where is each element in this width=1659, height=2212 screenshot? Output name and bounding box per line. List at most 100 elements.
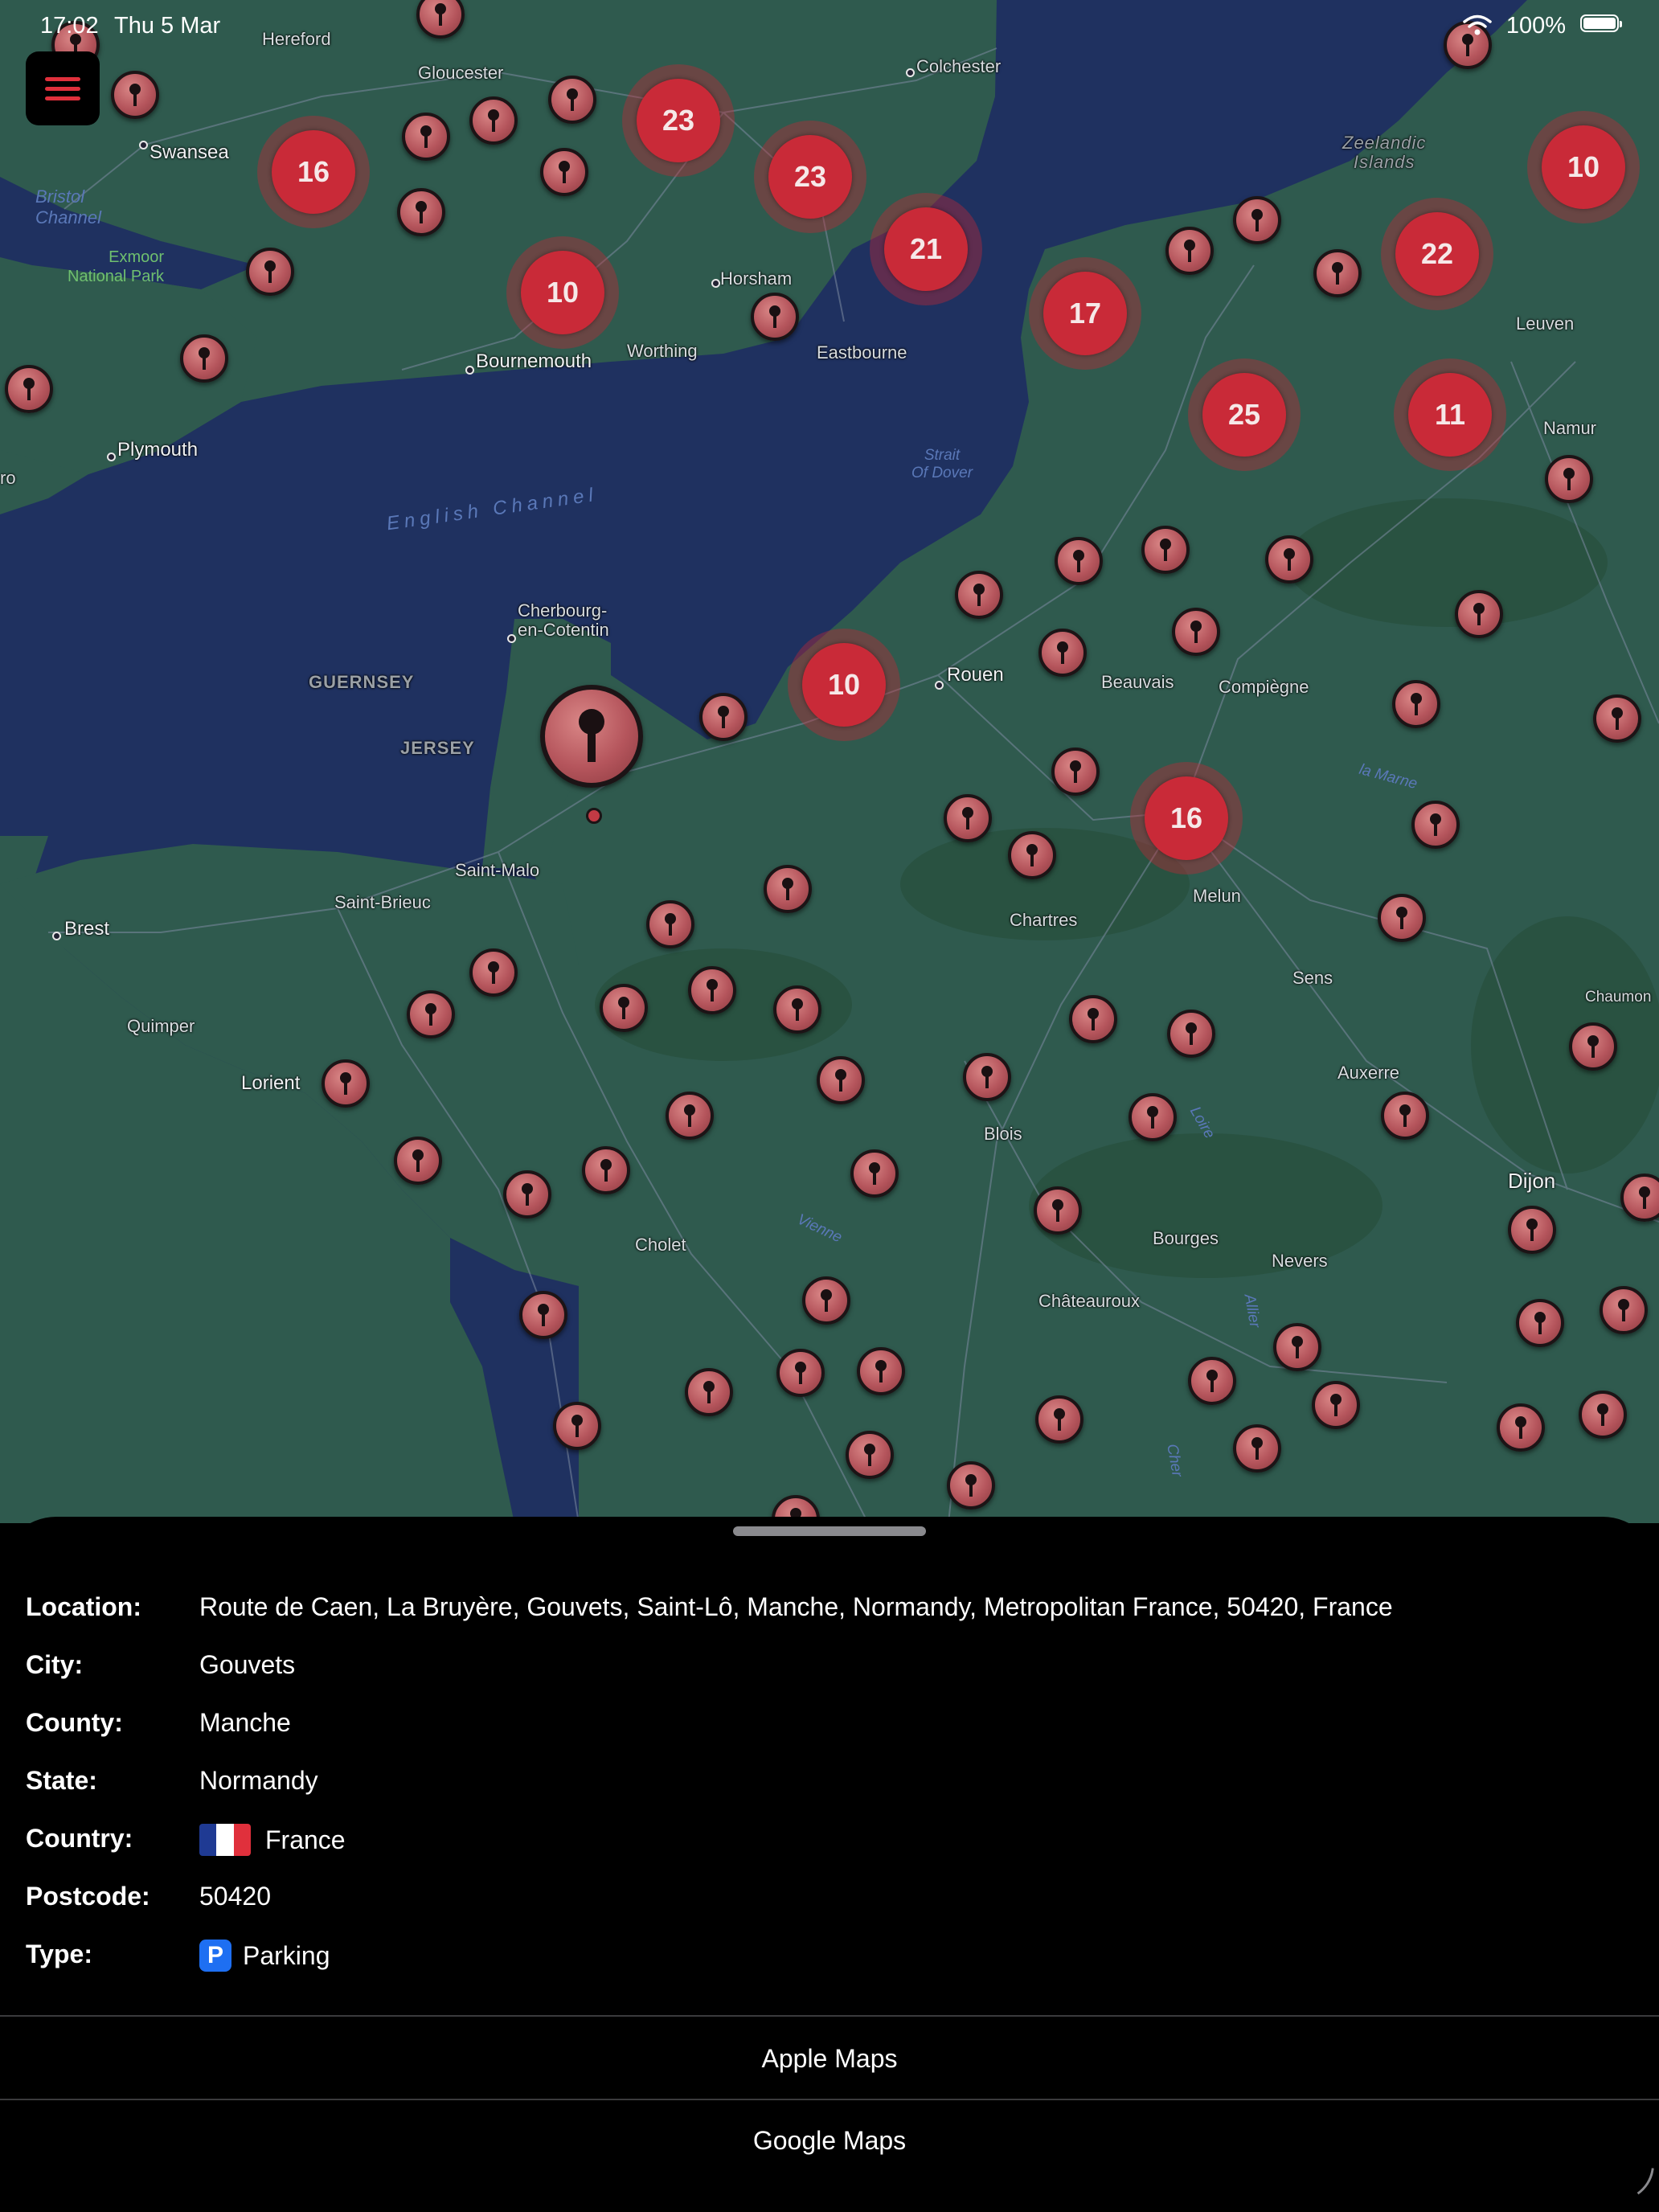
location-pin[interactable] bbox=[540, 148, 588, 196]
location-pin[interactable] bbox=[1265, 535, 1313, 584]
divider bbox=[0, 2015, 1659, 2017]
location-pin[interactable] bbox=[503, 1170, 551, 1219]
location-pin[interactable] bbox=[1129, 1093, 1177, 1141]
location-pin[interactable] bbox=[1167, 1010, 1215, 1058]
location-pin[interactable] bbox=[685, 1368, 733, 1416]
location-pin[interactable] bbox=[1273, 1323, 1321, 1371]
map-label-cholet: Cholet bbox=[635, 1235, 686, 1255]
cluster-marker[interactable]: 23 bbox=[754, 121, 866, 233]
location-pin[interactable] bbox=[646, 900, 694, 948]
location-pin[interactable] bbox=[548, 76, 596, 124]
location-pin[interactable] bbox=[469, 948, 518, 997]
cluster-marker[interactable]: 10 bbox=[506, 236, 619, 349]
location-pin[interactable] bbox=[666, 1092, 714, 1140]
location-pin[interactable] bbox=[1172, 608, 1220, 656]
location-pin[interactable] bbox=[773, 985, 821, 1034]
location-pin[interactable] bbox=[947, 1461, 995, 1509]
location-pin[interactable] bbox=[111, 71, 159, 119]
location-pin[interactable] bbox=[1034, 1186, 1082, 1235]
location-pin[interactable] bbox=[1312, 1381, 1360, 1429]
map-label-nevers: Nevers bbox=[1272, 1251, 1328, 1271]
location-pin[interactable] bbox=[1516, 1299, 1564, 1347]
location-pin[interactable] bbox=[246, 248, 294, 296]
location-pin[interactable] bbox=[553, 1402, 601, 1450]
location-pin[interactable] bbox=[817, 1056, 865, 1104]
location-pin[interactable] bbox=[963, 1053, 1011, 1101]
location-pin[interactable] bbox=[1069, 995, 1117, 1043]
location-pin[interactable] bbox=[1593, 694, 1641, 743]
location-pin[interactable] bbox=[1497, 1403, 1545, 1452]
location-pin[interactable] bbox=[1313, 249, 1362, 297]
location-pin[interactable] bbox=[394, 1137, 442, 1185]
cluster-marker[interactable]: 10 bbox=[788, 629, 900, 741]
location-pin[interactable] bbox=[1055, 537, 1103, 585]
location-pin[interactable] bbox=[944, 794, 992, 842]
location-pin[interactable] bbox=[519, 1291, 567, 1339]
location-pin[interactable] bbox=[322, 1059, 370, 1108]
town-dot bbox=[711, 279, 720, 288]
location-pin[interactable] bbox=[699, 693, 748, 741]
menu-icon bbox=[45, 87, 80, 91]
apple-maps-button[interactable]: Apple Maps bbox=[0, 2018, 1659, 2099]
location-pin[interactable] bbox=[1233, 1424, 1281, 1473]
location-pin[interactable] bbox=[1378, 894, 1426, 942]
location-pin[interactable] bbox=[776, 1349, 825, 1397]
location-pin[interactable] bbox=[1141, 526, 1190, 574]
location-pin[interactable] bbox=[469, 96, 518, 145]
map-label-chaumont: Chaumon bbox=[1585, 989, 1652, 1006]
location-pin[interactable] bbox=[1579, 1391, 1627, 1439]
cluster-marker[interactable]: 10 bbox=[1527, 111, 1640, 223]
cluster-marker[interactable]: 25 bbox=[1188, 358, 1301, 471]
location-pin[interactable] bbox=[1051, 748, 1100, 796]
location-pin[interactable] bbox=[600, 984, 648, 1032]
location-pin[interactable] bbox=[1165, 227, 1214, 275]
location-pin[interactable] bbox=[846, 1431, 894, 1479]
location-pin[interactable] bbox=[1600, 1286, 1648, 1334]
location-details-sheet: Location: Route de Caen, La Bruyère, Gou… bbox=[0, 1517, 1659, 2212]
cluster-marker[interactable]: 11 bbox=[1394, 358, 1506, 471]
location-pin[interactable] bbox=[1545, 455, 1593, 503]
location-pin[interactable] bbox=[1411, 801, 1460, 849]
location-pin[interactable] bbox=[5, 365, 53, 413]
map-label-dijon: Dijon bbox=[1508, 1169, 1556, 1193]
cluster-marker[interactable]: 23 bbox=[622, 64, 735, 177]
map-label-jersey: JERSEY bbox=[400, 738, 475, 758]
location-pin[interactable] bbox=[1569, 1022, 1617, 1071]
location-pin[interactable] bbox=[180, 334, 228, 383]
selected-location-pin[interactable] bbox=[540, 685, 643, 788]
location-pin[interactable] bbox=[955, 571, 1003, 619]
location-pin[interactable] bbox=[688, 966, 736, 1014]
cluster-marker[interactable]: 22 bbox=[1381, 198, 1493, 310]
sheet-grabber[interactable] bbox=[733, 1526, 926, 1536]
location-pin[interactable] bbox=[1035, 1395, 1083, 1444]
location-pin[interactable] bbox=[1008, 831, 1056, 879]
location-pin[interactable] bbox=[402, 113, 450, 161]
location-pin[interactable] bbox=[764, 865, 812, 913]
location-pin[interactable] bbox=[1381, 1092, 1429, 1140]
country-label: Country: bbox=[26, 1824, 133, 1853]
menu-button[interactable] bbox=[26, 51, 100, 125]
location-pin[interactable] bbox=[850, 1149, 899, 1198]
location-pin[interactable] bbox=[1455, 590, 1503, 638]
location-label: Location: bbox=[26, 1592, 141, 1621]
location-pin[interactable] bbox=[582, 1146, 630, 1194]
cluster-marker[interactable]: 16 bbox=[1130, 762, 1243, 875]
location-pin[interactable] bbox=[397, 188, 445, 236]
google-maps-button[interactable]: Google Maps bbox=[0, 2100, 1659, 2181]
cluster-marker[interactable]: 17 bbox=[1029, 257, 1141, 370]
location-pin[interactable] bbox=[751, 293, 799, 341]
cluster-marker[interactable]: 16 bbox=[257, 116, 370, 228]
postcode-label: Postcode: bbox=[26, 1882, 150, 1911]
location-pin[interactable] bbox=[1038, 629, 1087, 677]
location-pin[interactable] bbox=[802, 1276, 850, 1325]
location-pin[interactable] bbox=[857, 1347, 905, 1395]
location-pin[interactable] bbox=[1188, 1357, 1236, 1405]
location-pin[interactable] bbox=[407, 990, 455, 1038]
map-view[interactable]: Hereford Gloucester Colchester Swansea B… bbox=[0, 0, 1659, 1523]
cluster-marker[interactable]: 21 bbox=[870, 193, 982, 305]
location-pin[interactable] bbox=[1508, 1206, 1556, 1254]
location-pin[interactable] bbox=[1392, 680, 1440, 728]
menu-icon bbox=[45, 96, 80, 100]
town-dot bbox=[906, 68, 915, 77]
location-pin[interactable] bbox=[1233, 196, 1281, 244]
